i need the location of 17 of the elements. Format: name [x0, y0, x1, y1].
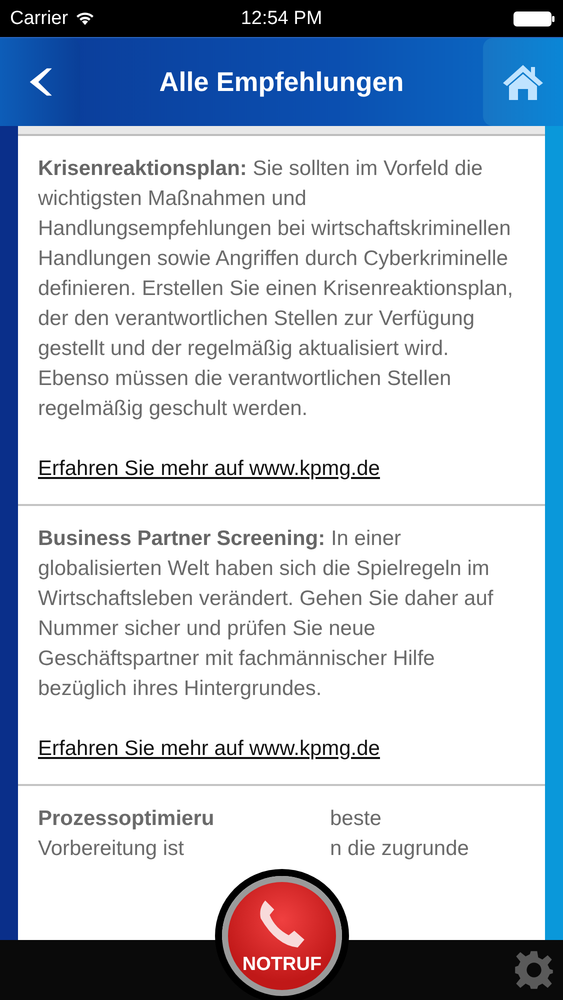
- settings-icon[interactable]: [513, 949, 555, 991]
- recommendation-text: Vorbereitung ist: [38, 836, 185, 862]
- carrier-name: Carrier: [10, 8, 68, 30]
- wifi-icon: [75, 11, 96, 26]
- website-link[interactable]: Erfahren Sie mehr auf www.kpmg.de: [38, 454, 380, 484]
- home-icon: [501, 62, 545, 102]
- recommendation-text: n die zugrunde: [330, 836, 469, 862]
- screen-title: Alle Empfehlungen: [159, 66, 404, 98]
- back-button[interactable]: [0, 38, 80, 126]
- recommendation-text: Krisenreaktionsplan: Sie sollten im Vorfeld die wichtigsten Maßnahmen und Handlungsempfehlungen bei wirtschaftskriminellen Handlungen sowie Angriffen durch Cyberkriminelle definieren. Erstellen Sie einen Krisenreaktionsplan, der den verantwortlichen Stellen zur Verfügung gestellt und der regelmäßig aktualisiert wird. Ebenso müssen die verantwortlichen Stellen regelmäßig geschult werden.: [38, 156, 514, 422]
- battery-icon: [513, 10, 555, 26]
- recommendation-text: Prozessoptimieru: [38, 806, 216, 832]
- recommendation-text: Business Partner Screening: In einer globalisierten Welt haben sich die Spielregeln im Wirtschaftsleben verändert. Gehen Sie daher auf Nummer sicher und prüfen Sie neue Geschäftspartner mit fachmännischer Hilfe bezüglich ihres Hintergrundes.: [38, 526, 494, 702]
- website-link[interactable]: Erfahren Sie mehr auf www.kpmg.de: [38, 734, 380, 764]
- home-button[interactable]: [483, 38, 563, 126]
- clock-time: 12:54 PM: [240, 8, 322, 30]
- recommendation-text: beste: [330, 806, 382, 832]
